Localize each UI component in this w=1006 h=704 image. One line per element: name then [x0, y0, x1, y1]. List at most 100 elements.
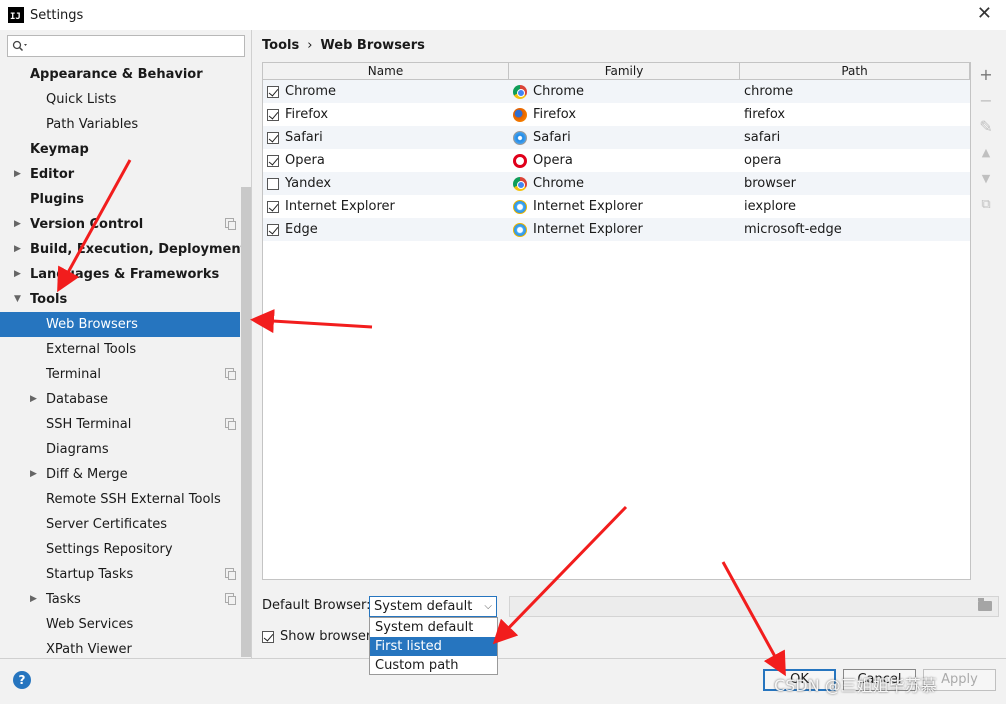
sidebar-item-tasks[interactable]: ▶ Tasks	[0, 587, 240, 612]
remove-icon[interactable]: −	[975, 88, 997, 114]
project-level-icon	[225, 593, 236, 605]
sidebar-item-external-tools[interactable]: External Tools	[0, 337, 240, 362]
sidebar-item-path-variables[interactable]: Path Variables	[0, 112, 240, 137]
sidebar-item-appearance-behavior[interactable]: Appearance & Behavior	[0, 62, 240, 87]
sidebar-item-ssh-terminal[interactable]: SSH Terminal	[0, 412, 240, 437]
browser-enabled-checkbox[interactable]	[267, 131, 279, 144]
sidebar-item-settings-repository[interactable]: Settings Repository	[0, 537, 240, 562]
browser-enabled-checkbox[interactable]	[267, 177, 279, 190]
chevron-right-icon[interactable]: ▶	[30, 387, 37, 412]
family-cell[interactable]: Chrome	[509, 80, 740, 103]
sidebar-item-languages-frameworks[interactable]: ▶ Languages & Frameworks	[0, 262, 240, 287]
browser-family: Chrome	[533, 84, 584, 99]
window-title: Settings	[30, 7, 84, 23]
name-cell[interactable]: Yandex	[263, 172, 509, 195]
help-icon[interactable]: ?	[13, 671, 31, 689]
path-cell[interactable]: microsoft-edge	[740, 218, 970, 241]
name-cell[interactable]: Firefox	[263, 103, 509, 126]
browser-name: Opera	[285, 153, 325, 168]
custom-path-field[interactable]	[509, 596, 999, 617]
chevron-right-icon[interactable]: ▶	[14, 262, 21, 287]
sidebar-item-version-control[interactable]: ▶ Version Control	[0, 212, 240, 237]
folder-icon[interactable]	[978, 598, 992, 611]
column-header-path[interactable]: Path	[740, 63, 970, 79]
name-cell[interactable]: Opera	[263, 149, 509, 172]
name-cell[interactable]: Safari	[263, 126, 509, 149]
path-cell[interactable]: safari	[740, 126, 970, 149]
path-cell[interactable]: chrome	[740, 80, 970, 103]
sidebar-item-database[interactable]: ▶ Database	[0, 387, 240, 412]
browser-enabled-checkbox[interactable]	[267, 200, 279, 213]
edit-icon[interactable]: ✎	[975, 114, 997, 140]
sidebar-item-diff-merge[interactable]: ▶ Diff & Merge	[0, 462, 240, 487]
settings-search-input[interactable]	[7, 35, 245, 57]
dropdown-option-custom-path[interactable]: Custom path	[370, 656, 497, 675]
table-row[interactable]: Safari Safari safari	[263, 126, 970, 149]
sidebar-item-label: Editor	[30, 167, 75, 182]
table-row[interactable]: Edge Internet Explorer microsoft-edge	[263, 218, 970, 241]
show-browser-checkbox[interactable]	[262, 630, 274, 643]
browser-enabled-checkbox[interactable]	[267, 223, 279, 236]
sidebar-item-terminal[interactable]: Terminal	[0, 362, 240, 387]
default-browser-select[interactable]: System default ⌵	[369, 596, 497, 617]
sidebar-item-remote-ssh-external-tools[interactable]: Remote SSH External Tools	[0, 487, 240, 512]
name-cell[interactable]: Chrome	[263, 80, 509, 103]
sidebar-item-startup-tasks[interactable]: Startup Tasks	[0, 562, 240, 587]
table-row[interactable]: Firefox Firefox firefox	[263, 103, 970, 126]
sidebar-item-plugins[interactable]: Plugins	[0, 187, 240, 212]
family-cell[interactable]: Firefox	[509, 103, 740, 126]
browser-enabled-checkbox[interactable]	[267, 85, 279, 98]
path-cell[interactable]: opera	[740, 149, 970, 172]
sidebar-item-tools[interactable]: ▼ Tools	[0, 287, 240, 312]
table-row[interactable]: Yandex Chrome browser	[263, 172, 970, 195]
sidebar-item-build-execution-deployment[interactable]: ▶ Build, Execution, Deployment	[0, 237, 247, 262]
column-header-family[interactable]: Family	[509, 63, 740, 79]
copy-icon[interactable]: ⧉	[975, 192, 997, 218]
sidebar-item-server-certificates[interactable]: Server Certificates	[0, 512, 240, 537]
sidebar-scrollbar[interactable]	[241, 187, 251, 657]
sidebar-item-xpath-viewer[interactable]: XPath Viewer	[0, 637, 240, 658]
table-row[interactable]: Chrome Chrome chrome	[263, 80, 970, 103]
move-down-icon[interactable]: ▼	[975, 166, 997, 192]
watermark: CSDN @三姐姐毕苏慕	[774, 676, 937, 695]
chevron-down-icon[interactable]: ▼	[14, 287, 21, 312]
path-cell[interactable]: firefox	[740, 103, 970, 126]
browser-enabled-checkbox[interactable]	[267, 154, 279, 167]
chevron-right-icon[interactable]: ▶	[14, 212, 21, 237]
dropdown-option-first-listed[interactable]: First listed	[370, 637, 497, 656]
chevron-right-icon[interactable]: ▶	[30, 462, 37, 487]
sidebar-item-web-browsers[interactable]: Web Browsers	[0, 312, 240, 337]
column-header-name[interactable]: Name	[263, 63, 509, 79]
sidebar-item-label: Quick Lists	[46, 92, 117, 107]
path-cell[interactable]: iexplore	[740, 195, 970, 218]
table-row[interactable]: Opera Opera opera	[263, 149, 970, 172]
chevron-right-icon[interactable]: ▶	[14, 237, 21, 262]
sidebar-item-quick-lists[interactable]: Quick Lists	[0, 87, 240, 112]
table-header: Name Family Path	[263, 63, 970, 80]
show-browser-option[interactable]: Show browser	[262, 629, 371, 644]
path-cell[interactable]: browser	[740, 172, 970, 195]
move-up-icon[interactable]: ▲	[975, 140, 997, 166]
name-cell[interactable]: Internet Explorer	[263, 195, 509, 218]
sidebar-item-keymap[interactable]: Keymap	[0, 137, 240, 162]
family-cell[interactable]: Chrome	[509, 172, 740, 195]
sidebar-item-editor[interactable]: ▶ Editor	[0, 162, 240, 187]
close-icon[interactable]: ✕	[977, 3, 992, 24]
sidebar-item-web-services[interactable]: Web Services	[0, 612, 240, 637]
add-icon[interactable]: +	[975, 62, 997, 88]
family-cell[interactable]: Safari	[509, 126, 740, 149]
show-browser-label: Show browser	[280, 629, 372, 644]
sidebar-item-diagrams[interactable]: Diagrams	[0, 437, 240, 462]
dropdown-option-system-default[interactable]: System default	[370, 618, 497, 637]
browser-path: browser	[744, 176, 797, 191]
table-row[interactable]: Internet Explorer Internet Explorer iexplo…	[263, 195, 970, 218]
browser-enabled-checkbox[interactable]	[267, 108, 279, 121]
family-cell[interactable]: Opera	[509, 149, 740, 172]
breadcrumb-parent[interactable]: Tools	[262, 38, 299, 53]
browser-name: Chrome	[285, 84, 336, 99]
name-cell[interactable]: Edge	[263, 218, 509, 241]
chevron-right-icon[interactable]: ▶	[14, 162, 21, 187]
family-cell[interactable]: Internet Explorer	[509, 195, 740, 218]
chevron-right-icon[interactable]: ▶	[30, 587, 37, 612]
family-cell[interactable]: Internet Explorer	[509, 218, 740, 241]
